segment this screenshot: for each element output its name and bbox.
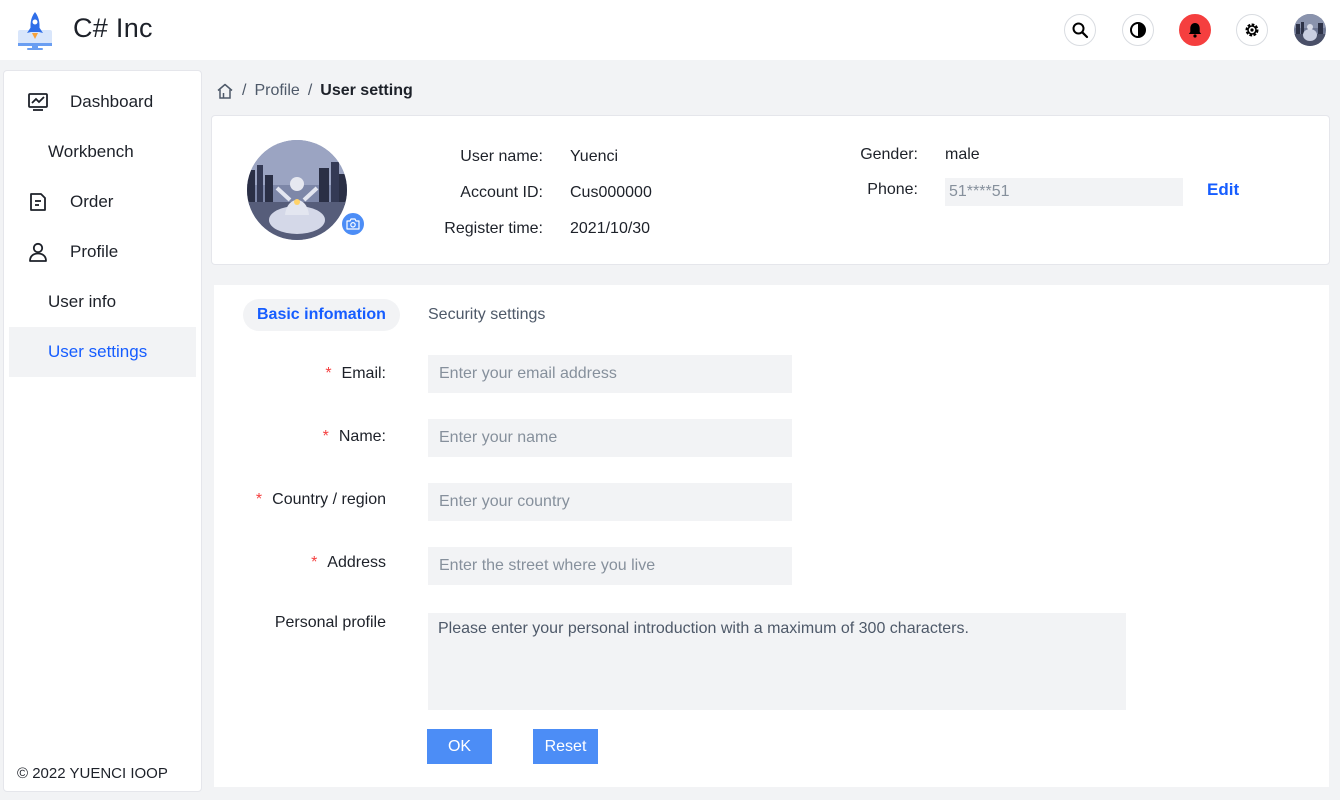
ok-button[interactable]: OK <box>427 729 492 764</box>
sidebar-item-label: Dashboard <box>70 92 154 111</box>
gear-icon <box>1245 23 1259 37</box>
tab-security-settings[interactable]: Security settings <box>414 299 559 331</box>
breadcrumb-separator: / <box>242 82 247 99</box>
notification-button[interactable] <box>1179 14 1211 46</box>
name-field[interactable] <box>428 419 792 457</box>
sidebar-item-order[interactable]: Order <box>9 177 196 227</box>
edit-phone-link[interactable]: Edit <box>1207 180 1239 200</box>
brand-name: C# Inc <box>73 13 153 43</box>
search-icon <box>1072 22 1089 39</box>
register-time-label: Register time: <box>444 220 543 237</box>
register-time-value: 2021/10/30 <box>570 220 651 237</box>
sidebar-item-profile[interactable]: Profile <box>9 227 196 277</box>
country-field[interactable] <box>428 483 792 521</box>
account-id-value: Cus000000 <box>570 184 652 201</box>
required-mark: * <box>325 365 332 382</box>
breadcrumb: / Profile / User setting <box>216 80 413 102</box>
email-label: * Email: <box>325 365 386 382</box>
required-mark: * <box>311 554 318 571</box>
user-icon <box>27 241 49 263</box>
top-bar: C# Inc <box>0 0 1340 60</box>
dashboard-icon <box>27 91 49 113</box>
sidebar-item-label: Order <box>70 192 114 211</box>
tab-basic-information[interactable]: Basic infomation <box>243 299 400 331</box>
username-value: Yuenci <box>570 148 619 165</box>
settings-button[interactable] <box>1236 14 1268 46</box>
profile-avatar[interactable] <box>247 140 347 240</box>
home-icon[interactable] <box>216 82 234 100</box>
change-avatar-button[interactable] <box>340 211 366 237</box>
breadcrumb-profile[interactable]: Profile <box>254 82 299 100</box>
name-label: * Name: <box>322 428 386 445</box>
phone-label: Phone: <box>867 181 918 198</box>
theme-toggle-icon <box>1130 22 1146 38</box>
profile-card: User name: Yuenci Account ID: Cus000000 … <box>211 115 1330 265</box>
rocket-monitor-logo-icon[interactable] <box>16 10 54 50</box>
sidebar-item-user-settings[interactable]: User settings <box>9 327 196 377</box>
address-label: * Address <box>311 554 386 571</box>
sidebar-item-label: Workbench <box>48 142 134 161</box>
reset-button[interactable]: Reset <box>533 729 598 764</box>
required-mark: * <box>255 491 263 508</box>
order-icon <box>27 191 49 213</box>
sidebar: Dashboard Workbench Order Profile User i… <box>3 70 202 792</box>
sidebar-item-label: User settings <box>48 342 148 361</box>
breadcrumb-current: User setting <box>320 82 413 99</box>
sidebar-item-label: Profile <box>70 242 119 261</box>
bell-icon <box>1188 23 1202 38</box>
username-label: User name: <box>460 148 543 165</box>
country-label: * Country / region <box>255 491 386 508</box>
breadcrumb-separator: / <box>307 82 313 99</box>
personal-profile-label: Personal profile <box>274 614 386 631</box>
sidebar-item-dashboard[interactable]: Dashboard <box>9 77 196 127</box>
theme-toggle-button[interactable] <box>1122 14 1154 46</box>
personal-profile-field[interactable] <box>428 613 1126 710</box>
sidebar-item-workbench[interactable]: Workbench <box>9 127 196 177</box>
camera-icon <box>346 218 360 230</box>
required-mark: * <box>322 428 329 445</box>
gender-label: Gender: <box>860 146 918 163</box>
address-field[interactable] <box>428 547 792 585</box>
phone-value: 51****51 <box>945 178 1183 206</box>
email-field[interactable] <box>428 355 792 393</box>
search-icon-button[interactable] <box>1064 14 1096 46</box>
account-id-label: Account ID: <box>460 184 543 201</box>
gender-value: male <box>945 146 980 163</box>
user-avatar[interactable] <box>1294 14 1326 46</box>
sidebar-item-user-info[interactable]: User info <box>9 277 196 327</box>
copyright-text: © 2022 YUENCI IOOP <box>17 765 168 782</box>
settings-form-panel: Basic infomation Security settings * Emai… <box>214 285 1329 787</box>
sidebar-item-label: User info <box>48 292 117 311</box>
